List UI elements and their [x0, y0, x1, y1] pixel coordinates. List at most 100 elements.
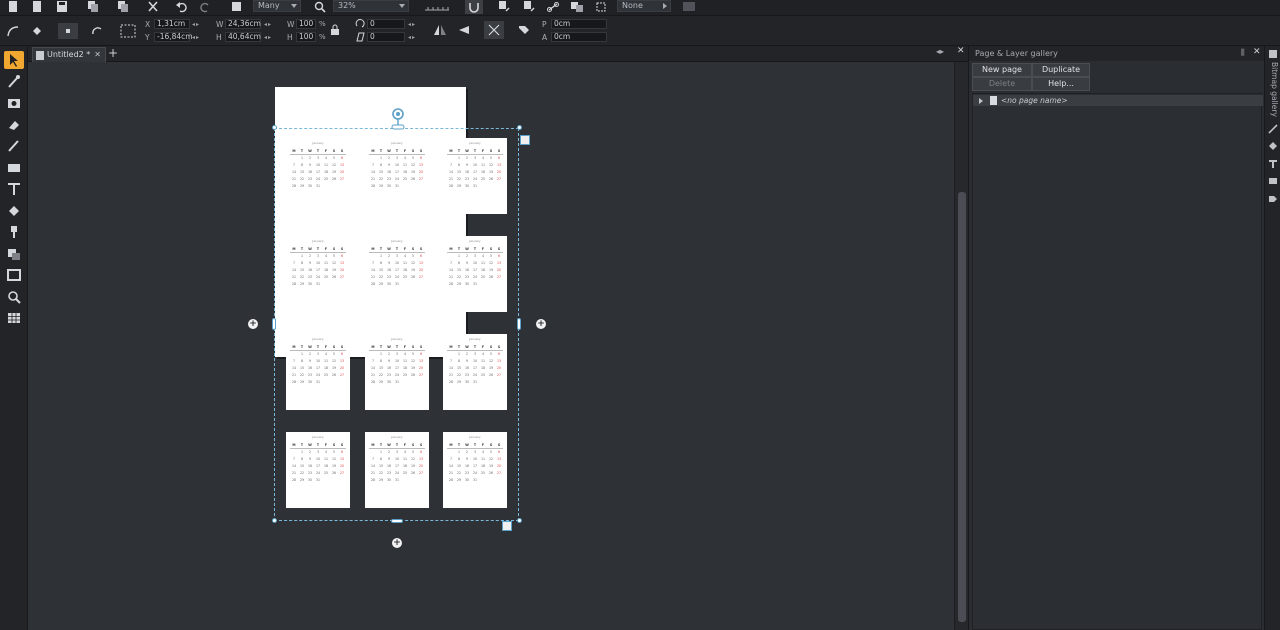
- snap-icon[interactable]: [465, 0, 483, 14]
- flip-horizontal-icon[interactable]: [433, 24, 447, 36]
- group-icon[interactable]: [520, 135, 530, 145]
- handle-bottom-right[interactable]: [517, 518, 522, 523]
- calendar-month[interactable]: January M T W T F S S 1 2 3 4 5 6 7 8 9 10 11 12 13 14 15 16 17 1…: [286, 236, 350, 312]
- fill-icon[interactable]: [30, 25, 44, 37]
- undo-icon[interactable]: [175, 1, 189, 13]
- document-tab[interactable]: Untitled2 * ✕: [32, 47, 106, 62]
- gallery-close-icon[interactable]: ✕: [1253, 47, 1261, 57]
- handle-top-left[interactable]: [272, 125, 277, 130]
- page-list-item[interactable]: <no page name>: [973, 95, 1263, 106]
- p-field[interactable]: 0cm: [551, 19, 607, 29]
- add-bottom-icon[interactable]: +: [392, 538, 402, 548]
- lock-aspect-icon[interactable]: [330, 24, 340, 36]
- scale-width-field[interactable]: 100: [296, 19, 316, 29]
- save-icon[interactable]: [55, 1, 69, 13]
- new-document-icon[interactable]: [6, 1, 20, 13]
- name-gallery-icon[interactable]: [1268, 194, 1278, 204]
- effects-gallery-icon[interactable]: [1268, 176, 1278, 186]
- calendar-month[interactable]: January M T W T F S S 1 2 3 4 5 6 7 8 9 10 11 12 13 14 15 16 17 1…: [286, 138, 350, 214]
- flip-vertical-icon[interactable]: [457, 24, 471, 36]
- shadow-tool-icon[interactable]: [4, 245, 24, 263]
- curve-tool-icon[interactable]: [6, 25, 20, 37]
- copy-icon[interactable]: [86, 1, 100, 13]
- width-spinner[interactable]: ◂▸: [264, 21, 272, 28]
- angle-field[interactable]: 0: [367, 19, 405, 29]
- panel-icon[interactable]: [682, 1, 696, 13]
- grid-tool-icon[interactable]: [4, 309, 24, 327]
- calendar-month[interactable]: January M T W T F S S 1 2 3 4 5 6 7 8 9 10 11 12 13 14 15 16 17 1…: [286, 432, 350, 508]
- vertical-scrollbar[interactable]: [954, 62, 968, 630]
- handle-top-right[interactable]: [517, 125, 522, 130]
- handle-right[interactable]: [517, 318, 521, 330]
- scale-height-field[interactable]: 100: [296, 32, 316, 42]
- calendar-month[interactable]: January M T W T F S S 1 2 3 4 5 6 7 8 9 10 11 12 13 14 15 16 17 1…: [443, 334, 507, 410]
- font-gallery-icon[interactable]: [1268, 159, 1278, 169]
- handle-left[interactable]: [272, 318, 276, 330]
- y-field[interactable]: -16,84cm: [154, 32, 193, 42]
- redo-icon[interactable]: [198, 1, 212, 13]
- a-field[interactable]: 0cm: [551, 32, 607, 42]
- select-mode-icon[interactable]: [230, 1, 244, 13]
- calendar-month[interactable]: January M T W T F S S 1 2 3 4 5 6 7 8 9 10 11 12 13 14 15 16 17 1…: [443, 138, 507, 214]
- zoom-combo[interactable]: 32%: [333, 0, 409, 12]
- new-tab-button[interactable]: +: [108, 46, 118, 61]
- new-page-button[interactable]: New page: [972, 63, 1032, 77]
- calendar-month[interactable]: January M T W T F S S 1 2 3 4 5 6 7 8 9 10 11 12 13 14 15 16 17 1…: [286, 334, 350, 410]
- add-left-icon[interactable]: +: [248, 319, 258, 329]
- skew-field[interactable]: 0: [367, 32, 405, 42]
- fill-gallery-icon[interactable]: [1268, 141, 1278, 151]
- bevel-tool-icon[interactable]: [4, 266, 24, 284]
- expand-arrow-icon[interactable]: [979, 98, 983, 104]
- gallery-pin-icon[interactable]: ⫼: [1241, 48, 1245, 58]
- zoom-tool-icon[interactable]: [4, 288, 24, 306]
- delete-icon[interactable]: [146, 1, 160, 13]
- calendar-month[interactable]: January M T W T F S S 1 2 3 4 5 6 7 8 9 10 11 12 13 14 15 16 17 1…: [443, 432, 507, 508]
- bounding-box-icon[interactable]: [119, 23, 137, 39]
- arrange-back-icon[interactable]: [522, 1, 536, 13]
- x-spinner[interactable]: ◂▸: [192, 21, 200, 28]
- feather-combo[interactable]: None: [617, 0, 671, 12]
- tag-icon[interactable]: [517, 24, 531, 36]
- copy-handle-icon[interactable]: [502, 521, 512, 531]
- handle-bottom[interactable]: [391, 519, 403, 523]
- fill-tool-icon[interactable]: [4, 202, 24, 220]
- scale-lines-icon[interactable]: [484, 21, 504, 39]
- combine-icon[interactable]: [570, 1, 584, 13]
- ruler-icon[interactable]: [424, 1, 450, 13]
- selector-tool-icon[interactable]: [4, 51, 24, 69]
- calendar-month[interactable]: January M T W T F S S 1 2 3 4 5 6 7 8 9 10 11 12 13 14 15 16 17 1…: [365, 432, 429, 508]
- center-handle-icon[interactable]: [58, 23, 78, 39]
- tab-scroll-icon[interactable]: ◂▸: [936, 47, 944, 56]
- help-button[interactable]: Help...: [1032, 77, 1090, 91]
- text-tool-icon[interactable]: [4, 180, 24, 198]
- angle-spinner[interactable]: ◂▸: [408, 21, 416, 28]
- width-field[interactable]: 24,36cm: [225, 19, 261, 29]
- height-spinner[interactable]: ◂▸: [264, 34, 272, 41]
- rotate-mode-icon[interactable]: [90, 25, 104, 37]
- bitmap-gallery-tab[interactable]: Bitmap gallery: [1267, 62, 1279, 122]
- link-icon[interactable]: [546, 1, 560, 13]
- skew-spinner[interactable]: ◂▸: [408, 34, 416, 41]
- shape-editor-tool-icon[interactable]: [4, 73, 24, 91]
- line-gallery-icon[interactable]: [1268, 124, 1278, 134]
- bitmap-gallery-icon[interactable]: [1268, 49, 1278, 59]
- close-tab-icon[interactable]: ✕: [94, 48, 101, 61]
- rotation-handle-icon[interactable]: [390, 106, 406, 130]
- eraser-tool-icon[interactable]: [4, 116, 24, 134]
- delete-button[interactable]: Delete: [972, 77, 1032, 91]
- vertical-scroll-thumb[interactable]: [958, 192, 966, 622]
- pen-tool-icon[interactable]: [4, 137, 24, 155]
- photo-tool-icon[interactable]: [4, 94, 24, 112]
- duplicate-button[interactable]: Duplicate: [1032, 63, 1090, 77]
- rectangle-tool-icon[interactable]: [4, 159, 24, 177]
- calendar-month[interactable]: January M T W T F S S 1 2 3 4 5 6 7 8 9 10 11 12 13 14 15 16 17 1…: [365, 334, 429, 410]
- page[interactable]: [275, 87, 466, 357]
- height-field[interactable]: 40,64cm: [225, 32, 261, 42]
- items-select-combo[interactable]: Many: [253, 0, 301, 12]
- zoom-tool-icon[interactable]: [313, 1, 327, 13]
- y-spinner[interactable]: ◂▸: [192, 34, 200, 41]
- x-field[interactable]: 1,31cm: [154, 19, 190, 29]
- close-document-icon[interactable]: ✕: [957, 46, 965, 56]
- drawing-canvas[interactable]: January M T W T F S S 1 2 3 4 5 6 7 8 9 10 11 12 13 14 15 16 17 1…: [28, 62, 954, 630]
- transparency-tool-icon[interactable]: [4, 223, 24, 241]
